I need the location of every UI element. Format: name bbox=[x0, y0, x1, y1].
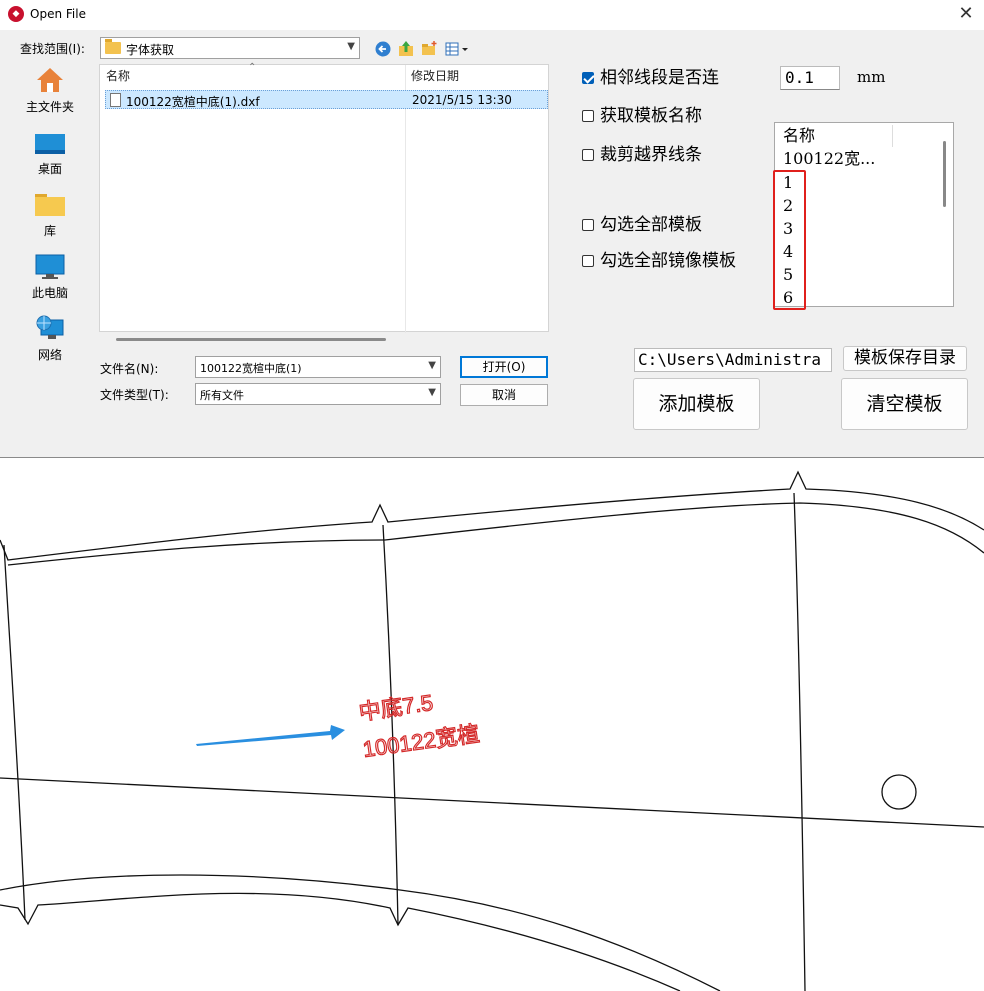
place-label: 主文件夹 bbox=[25, 100, 74, 114]
template-list-header[interactable]: 名称 bbox=[783, 125, 815, 147]
desktop-icon bbox=[35, 128, 65, 156]
library-folder-icon bbox=[35, 190, 65, 218]
column-header-date[interactable]: 修改日期 bbox=[411, 65, 459, 87]
clear-template-button[interactable]: 清空模板 bbox=[841, 378, 968, 430]
file-name: 100122宽楦中底(1).dxf bbox=[126, 95, 260, 109]
horizontal-scrollbar[interactable] bbox=[116, 338, 386, 341]
file-list[interactable]: 名称 ⌃ 修改日期 100122宽楦中底(1).dxf 2021/5/15 13… bbox=[99, 62, 549, 341]
title-bar: ◆ Open File ✕ bbox=[0, 0, 984, 30]
outline-lower-outer bbox=[0, 892, 681, 991]
annotation-text-line1: 中底7.5 bbox=[357, 690, 434, 725]
checkbox-label: 相邻线段是否连 bbox=[600, 68, 719, 88]
filename-label: 文件名(N): bbox=[100, 362, 159, 376]
checkbox-label: 勾选全部模板 bbox=[600, 215, 702, 235]
cad-canvas[interactable]: 中底7.5 100122宽楦 bbox=[0, 459, 984, 991]
cancel-button[interactable]: 取消 bbox=[460, 384, 548, 406]
highlight-box bbox=[773, 170, 806, 310]
place-label: 此电脑 bbox=[31, 286, 68, 300]
add-template-button[interactable]: 添加模板 bbox=[633, 378, 760, 430]
vertical-scrollbar[interactable] bbox=[943, 141, 946, 207]
place-label: 网络 bbox=[37, 348, 62, 362]
outline-lower-inner bbox=[0, 874, 721, 991]
template-path-field[interactable]: C:\Users\Administra bbox=[634, 348, 832, 372]
outline-upper-outer bbox=[0, 470, 984, 561]
checkbox-label: 勾选全部镜像模板 bbox=[600, 251, 736, 271]
annotation-arrow bbox=[196, 725, 345, 746]
cad-drawing: 中底7.5 100122宽楦 bbox=[0, 470, 984, 991]
file-date: 2021/5/15 13:30 bbox=[412, 93, 512, 107]
checkbox-unchecked bbox=[582, 110, 594, 122]
vertical-line-middle bbox=[382, 524, 399, 926]
column-header-name[interactable]: 名称 bbox=[106, 65, 130, 87]
open-file-dialog: ◆ Open File ✕ 查找范围(I): 字体获取 ▼ 主文件夹 桌面 库 … bbox=[0, 0, 984, 458]
filetype-label: 文件类型(T): bbox=[100, 388, 169, 402]
vertical-line-right bbox=[793, 492, 806, 991]
place-label: 库 bbox=[43, 224, 56, 238]
network-icon bbox=[35, 314, 65, 342]
place-desktop[interactable]: 桌面 bbox=[8, 124, 92, 182]
lookin-label: 查找范围(I): bbox=[20, 42, 85, 56]
home-icon bbox=[35, 66, 65, 94]
column-divider bbox=[892, 125, 893, 147]
place-home[interactable]: 主文件夹 bbox=[8, 62, 92, 120]
new-folder-icon[interactable] bbox=[420, 40, 438, 58]
app-logo-icon: ◆ bbox=[8, 6, 24, 22]
place-this-pc[interactable]: 此电脑 bbox=[8, 248, 92, 306]
checkbox-unchecked bbox=[582, 255, 594, 267]
places-bar: 主文件夹 桌面 库 此电脑 网络 bbox=[8, 62, 92, 382]
view-menu-icon[interactable] bbox=[444, 40, 470, 58]
open-button[interactable]: 打开(O) bbox=[460, 356, 548, 378]
lookin-dropdown[interactable]: 字体获取 ▼ bbox=[100, 37, 360, 59]
file-row[interactable]: 100122宽楦中底(1).dxf 2021/5/15 13:30 bbox=[105, 90, 548, 109]
filename-input[interactable]: 100122宽楦中底(1) ▼ bbox=[195, 356, 441, 378]
filetype-value: 所有文件 bbox=[200, 389, 244, 402]
template-dir-button[interactable]: 模板保存目录 bbox=[843, 346, 967, 371]
vertical-line-left bbox=[3, 544, 26, 921]
computer-icon bbox=[35, 252, 65, 280]
checkbox-unchecked bbox=[582, 149, 594, 161]
filename-value: 100122宽楦中底(1) bbox=[200, 362, 302, 375]
spacing-unit: mm bbox=[857, 68, 886, 86]
up-folder-icon[interactable] bbox=[397, 40, 415, 58]
filetype-dropdown[interactable]: 所有文件 ▼ bbox=[195, 383, 441, 405]
window-title: Open File bbox=[30, 7, 86, 21]
checkbox-label: 裁剪越界线条 bbox=[600, 145, 702, 165]
chevron-down-icon: ▼ bbox=[428, 360, 436, 371]
annotation-text-line2: 100122宽楦 bbox=[361, 721, 481, 762]
chevron-down-icon: ▼ bbox=[428, 387, 436, 398]
checkbox-checked bbox=[582, 72, 594, 84]
horizontal-line bbox=[0, 777, 984, 828]
file-icon bbox=[110, 93, 121, 107]
close-button[interactable]: ✕ bbox=[954, 2, 978, 26]
list-item[interactable]: 100122宽... bbox=[783, 148, 875, 170]
spacing-input[interactable]: 0.1 bbox=[780, 66, 840, 90]
place-label: 桌面 bbox=[37, 162, 62, 176]
chevron-down-icon: ▼ bbox=[347, 41, 355, 52]
folder-icon bbox=[105, 39, 121, 54]
hole-circle bbox=[881, 774, 917, 810]
checkbox-label: 获取模板名称 bbox=[600, 106, 702, 126]
lookin-value: 字体获取 bbox=[126, 43, 175, 57]
place-network[interactable]: 网络 bbox=[8, 310, 92, 368]
place-library[interactable]: 库 bbox=[8, 186, 92, 244]
checkbox-unchecked bbox=[582, 219, 594, 231]
back-icon[interactable] bbox=[374, 40, 392, 58]
sort-caret-icon: ⌃ bbox=[248, 62, 257, 73]
